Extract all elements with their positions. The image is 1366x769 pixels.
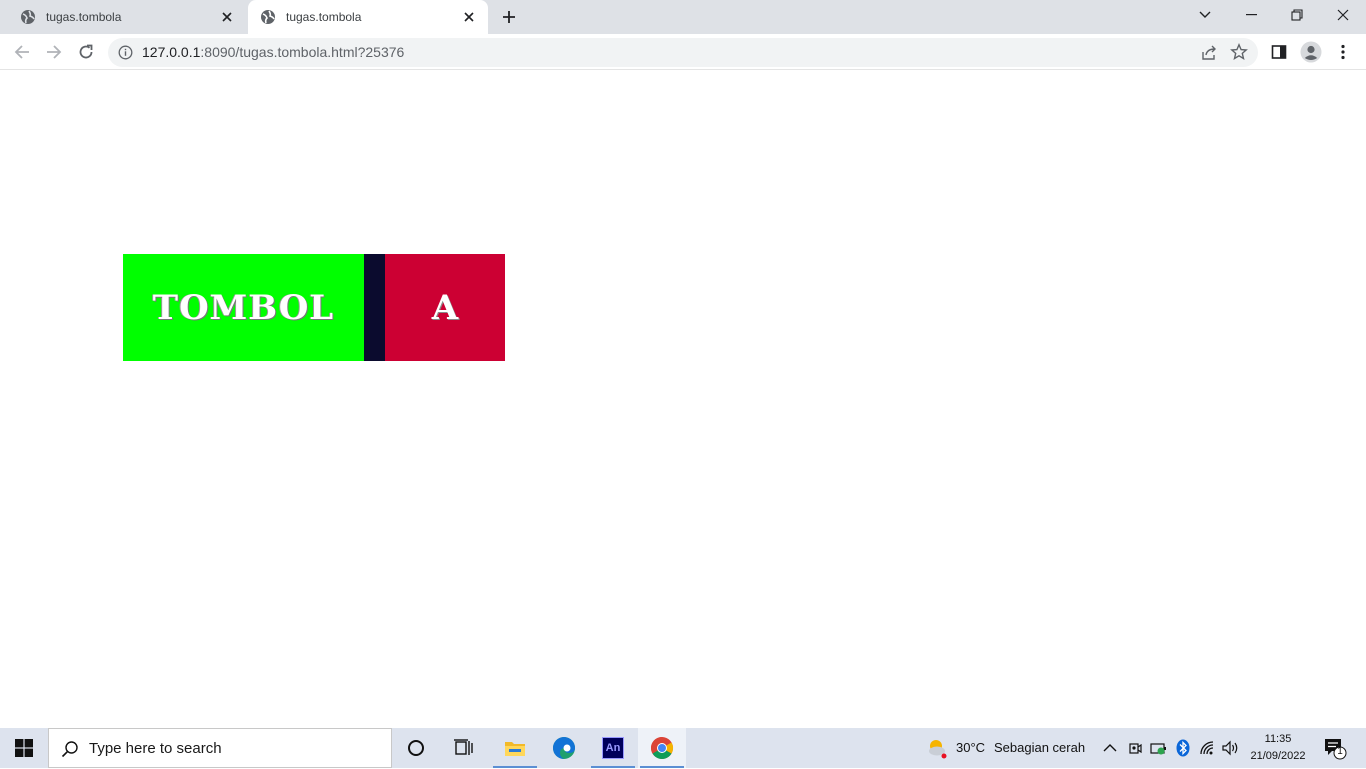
bluetooth-icon[interactable] xyxy=(1174,739,1192,757)
side-panel-icon[interactable] xyxy=(1267,40,1291,64)
close-tab-icon[interactable] xyxy=(460,8,478,26)
notification-count: 1 xyxy=(1337,746,1343,757)
tab-active[interactable]: tugas.tombola xyxy=(248,0,488,34)
share-icon[interactable] xyxy=(1200,44,1218,62)
browser-toolbar: 127.0.0.1:8090/tugas.tombola.html?25376 xyxy=(0,34,1366,70)
bookmark-star-icon[interactable] xyxy=(1230,43,1248,61)
network-icon[interactable] xyxy=(1199,739,1217,757)
tab-title: tugas.tombola xyxy=(46,10,122,24)
edge-icon xyxy=(553,737,575,759)
edge-button[interactable] xyxy=(540,728,588,768)
search-placeholder: Type here to search xyxy=(89,740,222,757)
task-view-button[interactable] xyxy=(440,728,488,768)
taskbar-search-box[interactable]: Type here to search xyxy=(48,728,392,768)
button-separator xyxy=(364,254,385,361)
globe-icon xyxy=(260,9,276,25)
url-path: :8090/tugas.tombola.html?25376 xyxy=(200,44,405,60)
tombol-button[interactable]: TOMBOL xyxy=(123,254,364,361)
tab-search-chevron-icon[interactable] xyxy=(1182,0,1228,30)
new-tab-button[interactable] xyxy=(498,6,520,28)
profile-avatar-icon[interactable] xyxy=(1299,40,1323,64)
clock-time: 11:35 xyxy=(1264,733,1292,745)
a-button[interactable]: A xyxy=(385,254,505,361)
address-bar[interactable]: 127.0.0.1:8090/tugas.tombola.html?25376 xyxy=(108,38,1258,67)
folder-icon xyxy=(505,742,525,756)
cortana-circle-icon xyxy=(408,740,424,756)
adobe-animate-icon: An xyxy=(602,737,624,759)
clock-date: 21/09/2022 xyxy=(1250,750,1306,762)
meet-now-icon[interactable] xyxy=(1126,739,1144,757)
minimize-button[interactable] xyxy=(1228,0,1274,30)
forward-button[interactable] xyxy=(40,38,68,66)
url-host: 127.0.0.1 xyxy=(142,44,201,60)
back-button[interactable] xyxy=(8,38,36,66)
tab-strip: tugas.tombola tugas.tombola xyxy=(0,0,1366,34)
tab-inactive[interactable]: tugas.tombola xyxy=(8,0,246,34)
cortana-button[interactable] xyxy=(392,728,440,768)
volume-icon[interactable] xyxy=(1221,739,1239,757)
chevron-up-icon[interactable] xyxy=(1101,739,1119,757)
windows-taskbar: Type here to search An 30°C Sebagian cer… xyxy=(0,728,1366,768)
button-group: TOMBOL A xyxy=(123,254,505,361)
weather-temperature[interactable]: 30°C xyxy=(956,728,985,768)
animate-button[interactable]: An xyxy=(589,728,637,768)
file-explorer-button[interactable] xyxy=(491,728,539,768)
weather-description[interactable]: Sebagian cerah xyxy=(994,728,1085,768)
chrome-button[interactable] xyxy=(638,728,686,768)
close-tab-icon[interactable] xyxy=(218,8,236,26)
tab-title: tugas.tombola xyxy=(286,10,362,24)
info-icon[interactable] xyxy=(118,45,133,60)
page-viewport: TOMBOL A xyxy=(0,71,1366,728)
kebab-menu-icon[interactable] xyxy=(1331,40,1355,64)
battery-charging-icon[interactable] xyxy=(1150,739,1168,757)
weather-sun-cloud-icon[interactable] xyxy=(926,737,948,759)
close-window-button[interactable] xyxy=(1320,0,1366,30)
chrome-icon xyxy=(651,737,673,759)
windows-logo-icon xyxy=(15,739,33,757)
system-clock[interactable]: 11:35 21/09/2022 xyxy=(1240,731,1316,765)
url-text[interactable]: 127.0.0.1:8090/tugas.tombola.html?25376 xyxy=(142,38,404,67)
search-icon xyxy=(61,740,79,758)
task-view-icon xyxy=(454,739,473,755)
globe-icon xyxy=(20,9,36,25)
start-button[interactable] xyxy=(0,728,48,768)
reload-button[interactable] xyxy=(72,38,100,66)
restore-button[interactable] xyxy=(1274,0,1320,30)
notification-center-icon[interactable]: 1 xyxy=(1323,736,1347,760)
